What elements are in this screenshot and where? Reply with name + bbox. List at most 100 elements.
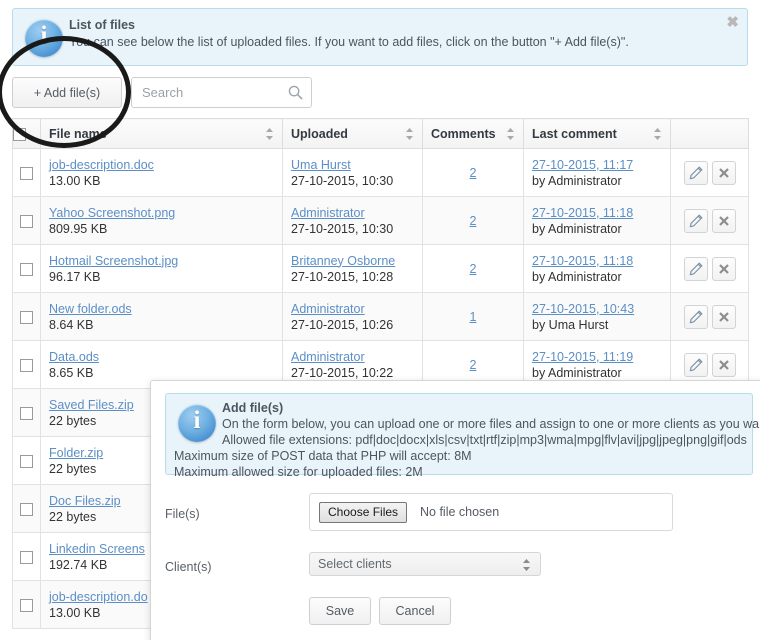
row-checkbox[interactable] — [20, 166, 33, 180]
clients-select[interactable]: Select clients — [309, 552, 541, 576]
comments-count-link[interactable]: 2 — [470, 214, 477, 228]
file-name-link[interactable]: Folder.zip — [49, 446, 103, 460]
row-select-cell[interactable] — [12, 388, 41, 437]
uploader-link[interactable]: Administrator — [291, 350, 365, 364]
row-actions-cell — [670, 244, 749, 293]
add-files-button[interactable]: + Add file(s) — [12, 77, 122, 108]
row-checkbox[interactable] — [20, 454, 33, 468]
last-comment-link[interactable]: 27-10-2015, 11:17 — [532, 158, 633, 172]
table-header-row: File name Uploaded Comments Last comment — [12, 118, 749, 149]
row-select-cell[interactable] — [12, 244, 41, 293]
table-row: New folder.ods 8.64 KB Administrator 27-10-… — [12, 292, 749, 341]
file-name-link[interactable]: job-description.do — [49, 590, 148, 604]
row-checkbox[interactable] — [20, 310, 33, 324]
row-checkbox[interactable] — [20, 262, 33, 276]
last-comment-author: by Administrator — [532, 269, 622, 284]
comments-count-link[interactable]: 2 — [470, 262, 477, 276]
file-name-link[interactable]: Saved Files.zip — [49, 398, 134, 412]
select-all-checkbox[interactable] — [13, 127, 26, 141]
last-comment-link[interactable]: 27-10-2015, 11:18 — [532, 254, 633, 268]
uploaded-at: 27-10-2015, 10:28 — [291, 269, 394, 284]
delete-row-button[interactable] — [711, 304, 736, 329]
column-header-file-name[interactable]: File name — [40, 118, 283, 149]
last-comment-author: by Administrator — [532, 365, 622, 380]
row-select-cell[interactable] — [12, 532, 41, 581]
file-name-link[interactable]: Hotmail Screenshot.jpg — [49, 254, 178, 268]
last-comment-cell: 27-10-2015, 11:18 by Administrator — [523, 196, 671, 245]
search-input[interactable] — [140, 78, 290, 107]
files-field-label: File(s) — [165, 507, 200, 521]
close-icon[interactable]: ✖ — [726, 15, 739, 30]
column-header-last-comment[interactable]: Last comment — [523, 118, 671, 149]
edit-row-button[interactable] — [683, 208, 708, 233]
delete-row-button[interactable] — [711, 160, 736, 185]
column-header-uploaded[interactable]: Uploaded — [282, 118, 423, 149]
row-actions-cell — [670, 148, 749, 197]
row-select-cell[interactable] — [12, 484, 41, 533]
row-select-cell[interactable] — [12, 580, 41, 629]
uploader-link[interactable]: Administrator — [291, 302, 365, 316]
edit-row-button[interactable] — [683, 256, 708, 281]
uploader-link[interactable]: Uma Hurst — [291, 158, 351, 172]
row-select-cell[interactable] — [12, 292, 41, 341]
column-label: Last comment — [532, 126, 617, 141]
row-checkbox[interactable] — [20, 550, 33, 564]
row-checkbox[interactable] — [20, 598, 33, 612]
row-select-cell[interactable] — [12, 196, 41, 245]
file-name-link[interactable]: Data.ods — [49, 350, 99, 364]
file-name-link[interactable]: job-description.doc — [49, 158, 154, 172]
last-comment-cell: 27-10-2015, 11:17 by Administrator — [523, 148, 671, 197]
modal-banner-line3: Maximum size of POST data that PHP will … — [174, 449, 472, 463]
list-files-info-banner: List of files You can see below the list… — [12, 8, 748, 66]
delete-row-button[interactable] — [711, 208, 736, 233]
last-comment-cell: 27-10-2015, 11:18 by Administrator — [523, 244, 671, 293]
sort-icon[interactable] — [653, 127, 662, 141]
uploader-link[interactable]: Britanney Osborne — [291, 254, 395, 268]
row-select-cell[interactable] — [12, 436, 41, 485]
file-name-link[interactable]: Doc Files.zip — [49, 494, 121, 508]
row-checkbox[interactable] — [20, 406, 33, 420]
edit-row-button[interactable] — [683, 160, 708, 185]
comments-count-link[interactable]: 2 — [470, 166, 477, 180]
file-name-link[interactable]: Linkedin Screens — [49, 542, 145, 556]
file-name-cell: New folder.ods 8.64 KB — [40, 292, 283, 341]
sort-icon[interactable] — [265, 127, 274, 141]
select-all-header[interactable] — [12, 118, 41, 149]
row-checkbox[interactable] — [20, 214, 33, 228]
uploaded-at: 27-10-2015, 10:26 — [291, 317, 394, 332]
comments-count-link[interactable]: 2 — [470, 358, 477, 372]
modal-banner-line1: On the form below, you can upload one or… — [222, 417, 760, 431]
edit-row-button[interactable] — [683, 352, 708, 377]
choose-files-button[interactable]: Choose Files — [319, 502, 408, 523]
save-button[interactable]: Save — [309, 597, 371, 625]
file-name-link[interactable]: New folder.ods — [49, 302, 132, 316]
comments-cell: 2 — [422, 148, 524, 197]
last-comment-author: by Uma Hurst — [532, 317, 609, 332]
last-comment-link[interactable]: 27-10-2015, 11:18 — [532, 206, 633, 220]
search-box[interactable] — [131, 77, 312, 108]
uploader-link[interactable]: Administrator — [291, 206, 365, 220]
cancel-button[interactable]: Cancel — [379, 597, 451, 625]
delete-row-button[interactable] — [711, 256, 736, 281]
comments-cell: 2 — [422, 244, 524, 293]
row-checkbox[interactable] — [20, 358, 33, 372]
row-checkbox[interactable] — [20, 502, 33, 516]
file-name-link[interactable]: Yahoo Screenshot.png — [49, 206, 175, 220]
last-comment-link[interactable]: 27-10-2015, 10:43 — [532, 302, 634, 316]
clients-select-value: Select clients — [318, 557, 392, 571]
column-header-comments[interactable]: Comments — [422, 118, 524, 149]
comments-count-link[interactable]: 1 — [470, 310, 477, 324]
file-input-field[interactable]: Choose Files No file chosen — [309, 493, 673, 531]
sort-icon[interactable] — [506, 127, 515, 141]
banner-title: List of files — [69, 18, 135, 32]
sort-icon[interactable] — [405, 127, 414, 141]
row-select-cell[interactable] — [12, 148, 41, 197]
last-comment-link[interactable]: 27-10-2015, 11:19 — [532, 350, 633, 364]
info-icon — [178, 404, 216, 442]
page-root: List of files You can see below the list… — [0, 0, 760, 640]
edit-row-button[interactable] — [683, 304, 708, 329]
row-select-cell[interactable] — [12, 340, 41, 389]
delete-row-button[interactable] — [711, 352, 736, 377]
file-name-cell: Yahoo Screenshot.png 809.95 KB — [40, 196, 283, 245]
file-size: 8.65 KB — [49, 365, 94, 380]
